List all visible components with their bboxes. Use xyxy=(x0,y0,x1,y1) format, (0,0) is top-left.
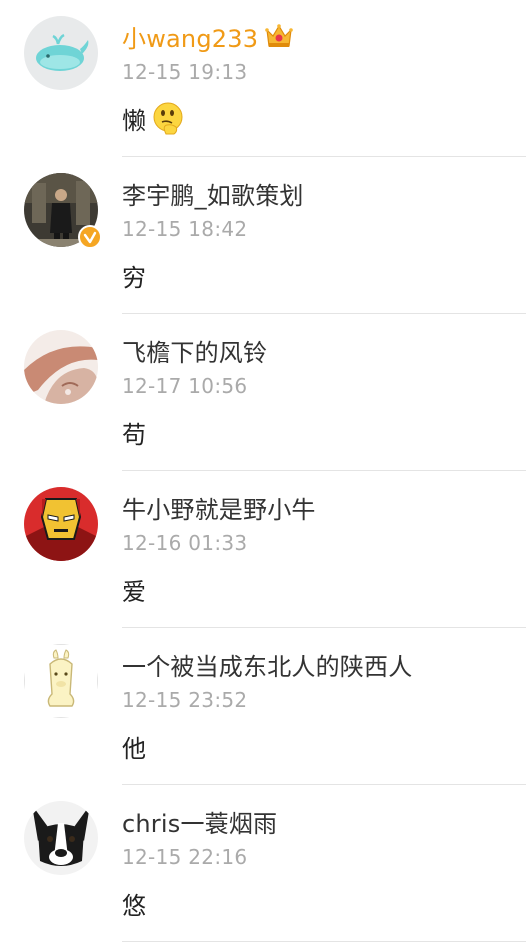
username[interactable]: chris一蓑烟雨 xyxy=(122,804,277,839)
comment-time: 12-17 10:56 xyxy=(122,374,248,398)
comment-body: 懒 xyxy=(122,98,186,138)
comment-time: 12-15 19:13 xyxy=(122,60,248,84)
username[interactable]: 小wang233 xyxy=(122,19,258,54)
iron-man-avatar[interactable] xyxy=(24,487,98,561)
photo-person-avatar[interactable] xyxy=(24,173,102,249)
comment-item: 飞檐下的风铃 12-17 10:56 苟 xyxy=(0,314,526,471)
comment-item: 小wang233 12-15 19:13 懒 xyxy=(0,0,526,157)
alpaca-avatar[interactable] xyxy=(24,644,98,718)
comment-time: 12-16 01:33 xyxy=(122,531,248,555)
pink-photo-avatar[interactable] xyxy=(24,330,98,404)
comment-time: 12-15 22:16 xyxy=(122,845,248,869)
comment-body: 悠 xyxy=(122,883,146,923)
name-row: 飞檐下的风铃 xyxy=(122,332,267,368)
comment-body: 爱 xyxy=(122,569,146,609)
username[interactable]: 飞檐下的风铃 xyxy=(122,333,267,368)
name-row: 牛小野就是野小牛 xyxy=(122,489,316,525)
comment-time: 12-15 18:42 xyxy=(122,217,248,241)
comment-body: 苟 xyxy=(122,412,146,452)
comment-text: 苟 xyxy=(122,420,146,449)
comment-item: 牛小野就是野小牛 12-16 01:33 爱 xyxy=(0,471,526,628)
comment-time: 12-15 23:52 xyxy=(122,688,248,712)
whale-avatar[interactable] xyxy=(24,16,98,90)
comment-text: 悠 xyxy=(122,891,146,920)
username[interactable]: 牛小野就是野小牛 xyxy=(122,490,316,525)
comment-text: 爱 xyxy=(122,577,146,606)
vip-crown-icon xyxy=(265,24,294,47)
name-row: chris一蓑烟雨 xyxy=(122,803,277,839)
comment-text: 他 xyxy=(122,734,146,763)
name-row: 李宇鹏_如歌策划 xyxy=(122,175,304,211)
name-row: 一个被当成东北人的陕西人 xyxy=(122,646,412,682)
verified-badge-icon xyxy=(78,225,102,249)
comment-text: 懒 xyxy=(122,106,146,135)
comment-item: 李宇鹏_如歌策划 12-15 18:42 穷 xyxy=(0,157,526,314)
comment-item: chris一蓑烟雨 12-15 22:16 悠 xyxy=(0,785,526,942)
bulldog-avatar[interactable] xyxy=(24,801,98,875)
thinking-face-icon xyxy=(153,102,183,135)
comment-body: 他 xyxy=(122,726,146,766)
comment-feed: 小wang233 12-15 19:13 懒 李宇鹏_如歌策划 12-15 18… xyxy=(0,0,526,942)
username[interactable]: 李宇鹏_如歌策划 xyxy=(122,176,304,211)
comment-body: 穷 xyxy=(122,255,146,295)
name-row: 小wang233 xyxy=(122,18,294,54)
comment-text: 穷 xyxy=(122,263,146,292)
comment-item: 一个被当成东北人的陕西人 12-15 23:52 他 xyxy=(0,628,526,785)
username[interactable]: 一个被当成东北人的陕西人 xyxy=(122,647,412,682)
